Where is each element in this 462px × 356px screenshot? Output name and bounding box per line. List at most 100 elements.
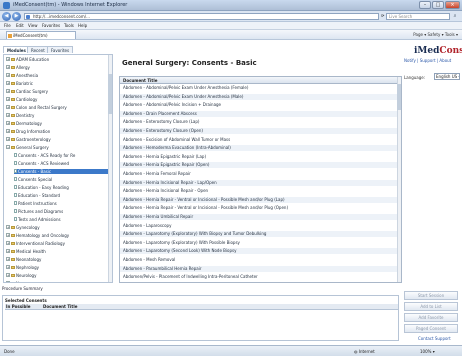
tree-node[interactable]: Patient Instructions — [14, 201, 110, 206]
tree-node[interactable]: Consents Special — [14, 177, 110, 182]
tab-recent[interactable]: Recent — [27, 46, 49, 53]
header-links[interactable]: Notify | Support | About — [404, 58, 451, 63]
tree-node[interactable]: + Nephrology — [6, 265, 110, 270]
table-row[interactable]: Abdomen - Hernia Repair - Ventral or Inc… — [120, 196, 397, 203]
table-row[interactable]: Abdomen - Excision of Abdominal Wall Tum… — [120, 137, 397, 143]
tree-node[interactable]: + Neurology — [6, 273, 110, 278]
table-row[interactable]: Abdomen - Enterostomy Closure (Open) — [120, 128, 397, 134]
table-row[interactable]: Abdomen - Hernia Epigastric Repair (Lap) — [120, 154, 397, 160]
expand-icon[interactable]: + — [6, 73, 10, 77]
expand-icon[interactable]: + — [6, 121, 10, 125]
table-row[interactable]: Abdomen/Pelvis - Placement of Indwelling… — [120, 274, 397, 280]
tree-node[interactable]: + Colon and Rectal Surgery — [6, 105, 110, 110]
tab-favorites[interactable]: Favorites — [47, 46, 74, 53]
table-row[interactable]: Abdomen - Hernia Umbilical Repair — [120, 214, 397, 220]
expand-icon[interactable]: + — [6, 105, 10, 109]
language-select[interactable]: English US ▾ — [434, 73, 460, 80]
tree-node[interactable]: Consents - ACS Reviewed — [14, 161, 110, 166]
expand-icon[interactable]: + — [6, 257, 10, 261]
add-to-list-button[interactable]: Add to List — [404, 302, 458, 311]
menu-help[interactable]: Help — [78, 23, 87, 28]
table-row[interactable]: Abdomen - Mesh Removal — [120, 257, 397, 263]
tree-node[interactable]: + Dentistry — [6, 113, 110, 118]
table-row[interactable]: Abdomen - Hernia Incisional Repair - Ope… — [120, 188, 397, 194]
tree-node[interactable]: + Neonatology — [6, 257, 110, 262]
close-button[interactable]: × — [445, 1, 460, 9]
tree-node[interactable]: + Allergy — [6, 65, 110, 70]
expand-icon[interactable]: + — [6, 137, 10, 141]
tree-node[interactable]: − General Surgery — [6, 145, 110, 150]
menu-tools[interactable]: Tools — [64, 23, 74, 28]
table-row[interactable]: Abdomen - Drain Placement Abscess — [120, 110, 397, 117]
expand-icon[interactable]: + — [6, 265, 10, 269]
table-row[interactable]: Abdomen - Enterostomy Closure (Lap) — [120, 119, 397, 125]
tree-node[interactable]: + Medical Health — [6, 249, 110, 254]
tree-node[interactable]: + Gynecology — [6, 225, 110, 230]
column-header-in-possible[interactable]: In Possible — [6, 304, 31, 310]
zoom-control[interactable]: 100% ▾ — [420, 349, 435, 354]
url-input[interactable]: http://...imedconsent.com/... — [24, 13, 379, 20]
table-row[interactable]: Abdomen - Hernia Incisional Repair - Lap… — [120, 179, 397, 186]
tree-node[interactable]: Consents - ACS Ready for Re — [14, 153, 110, 158]
tree-node[interactable]: + Dermatology — [6, 121, 110, 126]
column-header-document-title[interactable]: Document Title — [120, 77, 397, 84]
tree-node[interactable]: + Hematology and Oncology — [6, 233, 110, 238]
minimize-button[interactable]: – — [419, 1, 431, 9]
search-icon[interactable]: ⌕ — [451, 13, 459, 20]
expand-icon[interactable]: + — [6, 281, 10, 282]
table-row[interactable]: Abdomen - Hernia Repair - Ventral or Inc… — [120, 205, 397, 211]
command-bar[interactable]: Page ▾ Safety ▾ Tools ▾ — [413, 32, 458, 37]
paged-consent-button[interactable]: Paged Consent — [404, 324, 458, 333]
expand-icon[interactable]: + — [6, 273, 10, 277]
table-row[interactable]: Abdomen - Abdominal/Pelvic Incision + Dr… — [120, 102, 397, 108]
expand-icon[interactable]: + — [6, 113, 10, 117]
table-row[interactable]: Abdomen - Laparotomy (Exploratory) With … — [120, 240, 397, 246]
menu-view[interactable]: View — [28, 23, 38, 28]
tree-node[interactable]: + ADAM Education — [6, 57, 110, 62]
tree-node[interactable]: + Interventional Radiology — [6, 241, 110, 246]
table-row[interactable]: Abdomen - Abdominal/Pelvic Exam Under An… — [120, 85, 397, 91]
expand-icon[interactable]: + — [6, 249, 10, 253]
expand-icon[interactable]: + — [6, 65, 10, 69]
tree-node[interactable]: + Cardiology — [6, 97, 110, 102]
table-row[interactable]: Abdomen - Hernia Epigastric Repair (Open… — [120, 162, 397, 169]
tree-node[interactable]: Education - Standard — [14, 193, 110, 198]
expand-icon[interactable]: + — [6, 225, 10, 229]
tree-node[interactable]: Consents - Basic — [14, 169, 110, 174]
expand-icon[interactable]: + — [6, 81, 10, 85]
tab-modules[interactable]: Modules — [3, 46, 30, 53]
table-row[interactable]: Abdomen - Paraumbilical Hernia Repair — [120, 265, 397, 272]
tree-node[interactable]: + Cardiac Surgery — [6, 89, 110, 94]
expand-icon[interactable]: + — [6, 241, 10, 245]
tree-node[interactable]: + Anesthesia — [6, 73, 110, 78]
grid-scrollbar-thumb[interactable] — [397, 84, 401, 110]
browser-tab[interactable]: iMedConsent(tm) — [6, 31, 76, 39]
column-header-document-title-selected[interactable]: Document Title — [43, 304, 77, 310]
tree-node[interactable]: Education - Easy Reading — [14, 185, 110, 190]
contact-support-link[interactable]: Contact Support — [418, 336, 451, 341]
tree-node[interactable]: + Bariatric — [6, 81, 110, 86]
collapse-icon[interactable]: − — [6, 145, 10, 149]
tree-scrollbar-thumb[interactable] — [108, 74, 112, 114]
back-icon[interactable]: ◀ — [2, 12, 11, 21]
tree-node[interactable]: + Gastroenterology — [6, 137, 110, 142]
start-session-button[interactable]: Start Session — [404, 291, 458, 300]
table-row[interactable]: Abdomen - Hemoderma Evacuation (Intra-Ab… — [120, 145, 397, 152]
add-favorite-button[interactable]: Add Favorite — [404, 313, 458, 322]
table-row[interactable]: Abdomen - Hernia Femoral Repair — [120, 171, 397, 177]
table-row[interactable]: Abdomen - Laparotomy (Exploratory) With … — [120, 231, 397, 238]
table-row[interactable]: Abdomen - Abdominal/Pelvic Exam Under An… — [120, 93, 397, 100]
expand-icon[interactable]: + — [6, 97, 10, 101]
forward-icon[interactable]: ▶ — [12, 12, 21, 21]
tree-node[interactable]: + Neurosurgery — [6, 281, 110, 282]
expand-icon[interactable]: + — [6, 129, 10, 133]
tree-node[interactable]: Tests and Admissions — [14, 217, 110, 222]
maximize-button[interactable]: □ — [432, 1, 444, 9]
search-input[interactable]: Live Search — [386, 13, 450, 20]
table-row[interactable]: Abdomen - Laparotomy (Second Look) With … — [120, 248, 397, 255]
refresh-icon[interactable]: ⟳ — [381, 13, 384, 18]
table-row[interactable]: Abdomen - Laparoscopy — [120, 223, 397, 229]
expand-icon[interactable]: + — [6, 57, 10, 61]
menu-edit[interactable]: Edit — [16, 23, 24, 28]
tree-node[interactable]: + Drug Information — [6, 129, 110, 134]
